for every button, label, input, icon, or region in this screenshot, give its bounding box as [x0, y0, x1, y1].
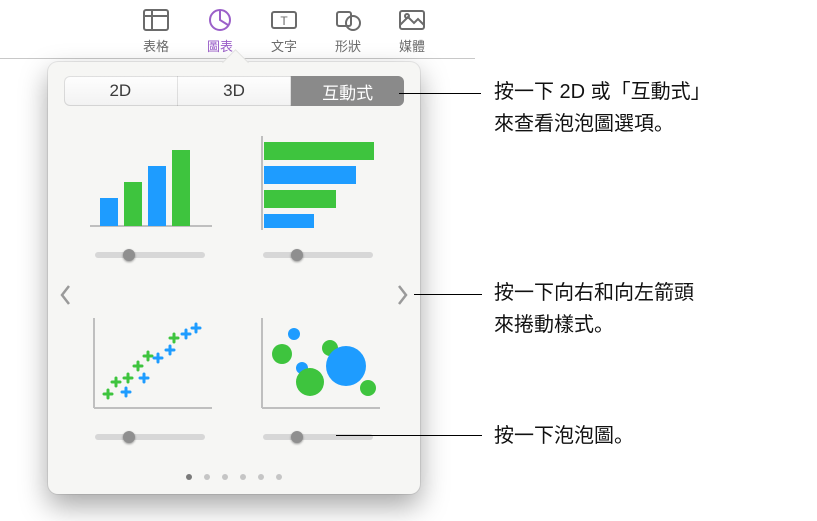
callout-1: 按一下 2D 或「互動式」 來查看泡泡圖選項。 — [494, 76, 711, 140]
callout-leader — [336, 435, 482, 436]
toolbar-label: 形狀 — [335, 36, 361, 55]
page-dot[interactable] — [222, 474, 228, 480]
chart-icon — [205, 6, 235, 34]
page-dot[interactable] — [258, 474, 264, 480]
chevron-right-icon — [395, 284, 409, 306]
bar-chart-icon — [250, 126, 386, 238]
callout-text-line: 按一下 2D 或「互動式」 — [494, 76, 711, 108]
toolbar-label: 圖表 — [207, 36, 233, 55]
segment-label: 互動式 — [322, 79, 373, 104]
segment-label: 3D — [223, 81, 245, 101]
chart-option-column[interactable] — [82, 126, 218, 276]
segment-interactive[interactable]: 互動式 — [291, 76, 404, 106]
callout-text-line: 按一下泡泡圖。 — [494, 425, 634, 447]
callout-leader — [414, 294, 482, 295]
toolbar-item-table[interactable]: 表格 — [130, 6, 182, 55]
page-indicator — [48, 474, 420, 480]
callout-3: 按一下泡泡圖。 — [494, 420, 634, 452]
column-chart-icon — [82, 126, 218, 238]
chart-slider[interactable] — [95, 434, 205, 440]
prev-style-arrow[interactable] — [54, 280, 78, 310]
page-dot[interactable] — [186, 474, 192, 480]
callout-2: 按一下向右和向左箭頭 來捲動樣式。 — [494, 277, 694, 341]
chart-option-bar[interactable] — [250, 126, 386, 276]
segment-label: 2D — [109, 81, 131, 101]
callout-leader — [399, 93, 481, 94]
table-icon — [141, 6, 171, 34]
segment-2d[interactable]: 2D — [64, 76, 178, 106]
chart-slider[interactable] — [95, 252, 205, 258]
shape-icon — [333, 6, 363, 34]
chart-type-segment: 2D 3D 互動式 — [64, 76, 404, 106]
chart-picker-popover: 2D 3D 互動式 — [48, 62, 420, 494]
page-dot[interactable] — [204, 474, 210, 480]
callout-text-line: 按一下向右和向左箭頭 — [494, 277, 694, 309]
bubble-chart-icon — [250, 308, 386, 420]
toolbar-item-shape[interactable]: 形狀 — [322, 6, 374, 55]
chart-thumbnail-grid — [82, 126, 386, 458]
chevron-left-icon — [59, 284, 73, 306]
toolbar-item-chart[interactable]: 圖表 — [194, 6, 246, 55]
page-dot[interactable] — [240, 474, 246, 480]
chart-slider[interactable] — [263, 252, 373, 258]
toolbar-label: 表格 — [143, 36, 169, 55]
toolbar-item-media[interactable]: 媒體 — [386, 6, 438, 55]
svg-text:T: T — [280, 14, 288, 28]
main-toolbar: 表格 圖表 T 文字 形狀 — [130, 0, 438, 61]
toolbar-label: 媒體 — [399, 36, 425, 55]
callout-text-line: 來捲動樣式。 — [494, 309, 694, 341]
toolbar-label: 文字 — [271, 36, 297, 55]
media-icon — [397, 6, 427, 34]
segment-3d[interactable]: 3D — [178, 76, 292, 106]
text-icon: T — [269, 6, 299, 34]
toolbar-item-text[interactable]: T 文字 — [258, 6, 310, 55]
chart-option-scatter[interactable] — [82, 308, 218, 458]
scatter-chart-icon — [82, 308, 218, 420]
next-style-arrow[interactable] — [390, 280, 414, 310]
page-dot[interactable] — [276, 474, 282, 480]
callout-text-line: 來查看泡泡圖選項。 — [494, 108, 711, 140]
